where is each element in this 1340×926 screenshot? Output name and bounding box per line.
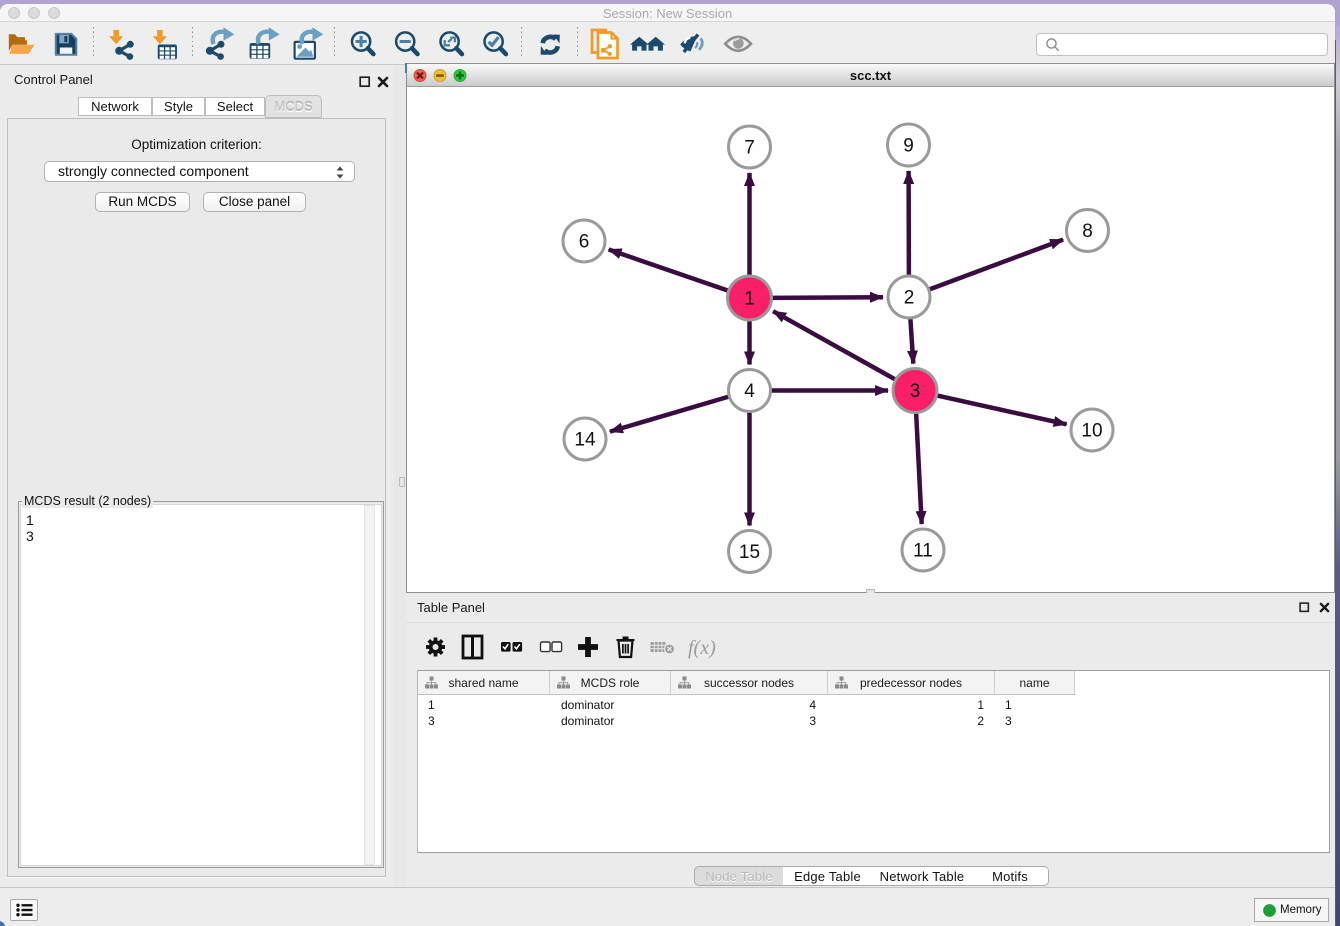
svg-text:11: 11 [913,541,933,562]
svg-text:9: 9 [903,136,914,157]
svg-text:15: 15 [739,542,760,563]
svg-text:8: 8 [1082,221,1093,242]
svg-text:1: 1 [744,289,755,310]
svg-text:2: 2 [904,288,915,309]
svg-text:4: 4 [744,381,755,402]
svg-text:7: 7 [744,138,755,159]
svg-text:6: 6 [579,232,590,253]
svg-text:f(x): f(x) [688,637,716,659]
svg-text:3: 3 [910,381,921,402]
svg-text:10: 10 [1081,421,1102,442]
svg-text:14: 14 [574,430,596,451]
